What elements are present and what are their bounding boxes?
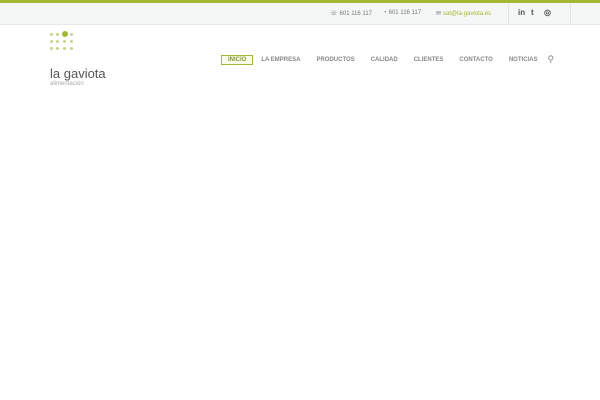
email-link[interactable]: ✉ sat@la-gaviota.es	[436, 10, 491, 18]
linkedin-icon[interactable]: in	[518, 8, 525, 17]
brand-tagline: alimentación	[50, 81, 84, 87]
main-nav: INICIO LA EMPRESA PRODUCTOS CALIDAD CLIE…	[221, 54, 570, 65]
nav-calidad[interactable]: CALIDAD	[371, 57, 398, 63]
divider	[508, 3, 509, 24]
phone-link[interactable]: ☏ 601 116 117	[330, 10, 372, 18]
whatsapp-link[interactable]: ◔ 601 116 117	[383, 10, 421, 16]
search-icon[interactable]: ⚲	[548, 54, 555, 65]
brand-name[interactable]: la gaviota	[50, 66, 106, 81]
nav-contacto[interactable]: CONTACTO	[459, 57, 492, 63]
phone-icon: ☏	[330, 11, 338, 17]
whatsapp-icon: ◔	[383, 10, 387, 16]
nav-clientes[interactable]: CLIENTES	[414, 57, 444, 63]
mail-icon: ✉	[436, 11, 442, 17]
nav-noticias[interactable]: NOTICIAS	[509, 57, 538, 63]
nav-la-empresa[interactable]: LA EMPRESA	[261, 57, 300, 63]
twitter-icon[interactable]: t	[531, 8, 534, 17]
divider	[570, 3, 571, 24]
nav-inicio[interactable]: INICIO	[221, 54, 254, 65]
nav-productos[interactable]: PRODUCTOS	[316, 57, 354, 63]
whatsapp-social-icon[interactable]: ◎	[544, 8, 551, 17]
top-bar: ☏ 601 116 117 ◔ 601 116 117 ✉ sat@la-gaviot…	[0, 3, 600, 25]
